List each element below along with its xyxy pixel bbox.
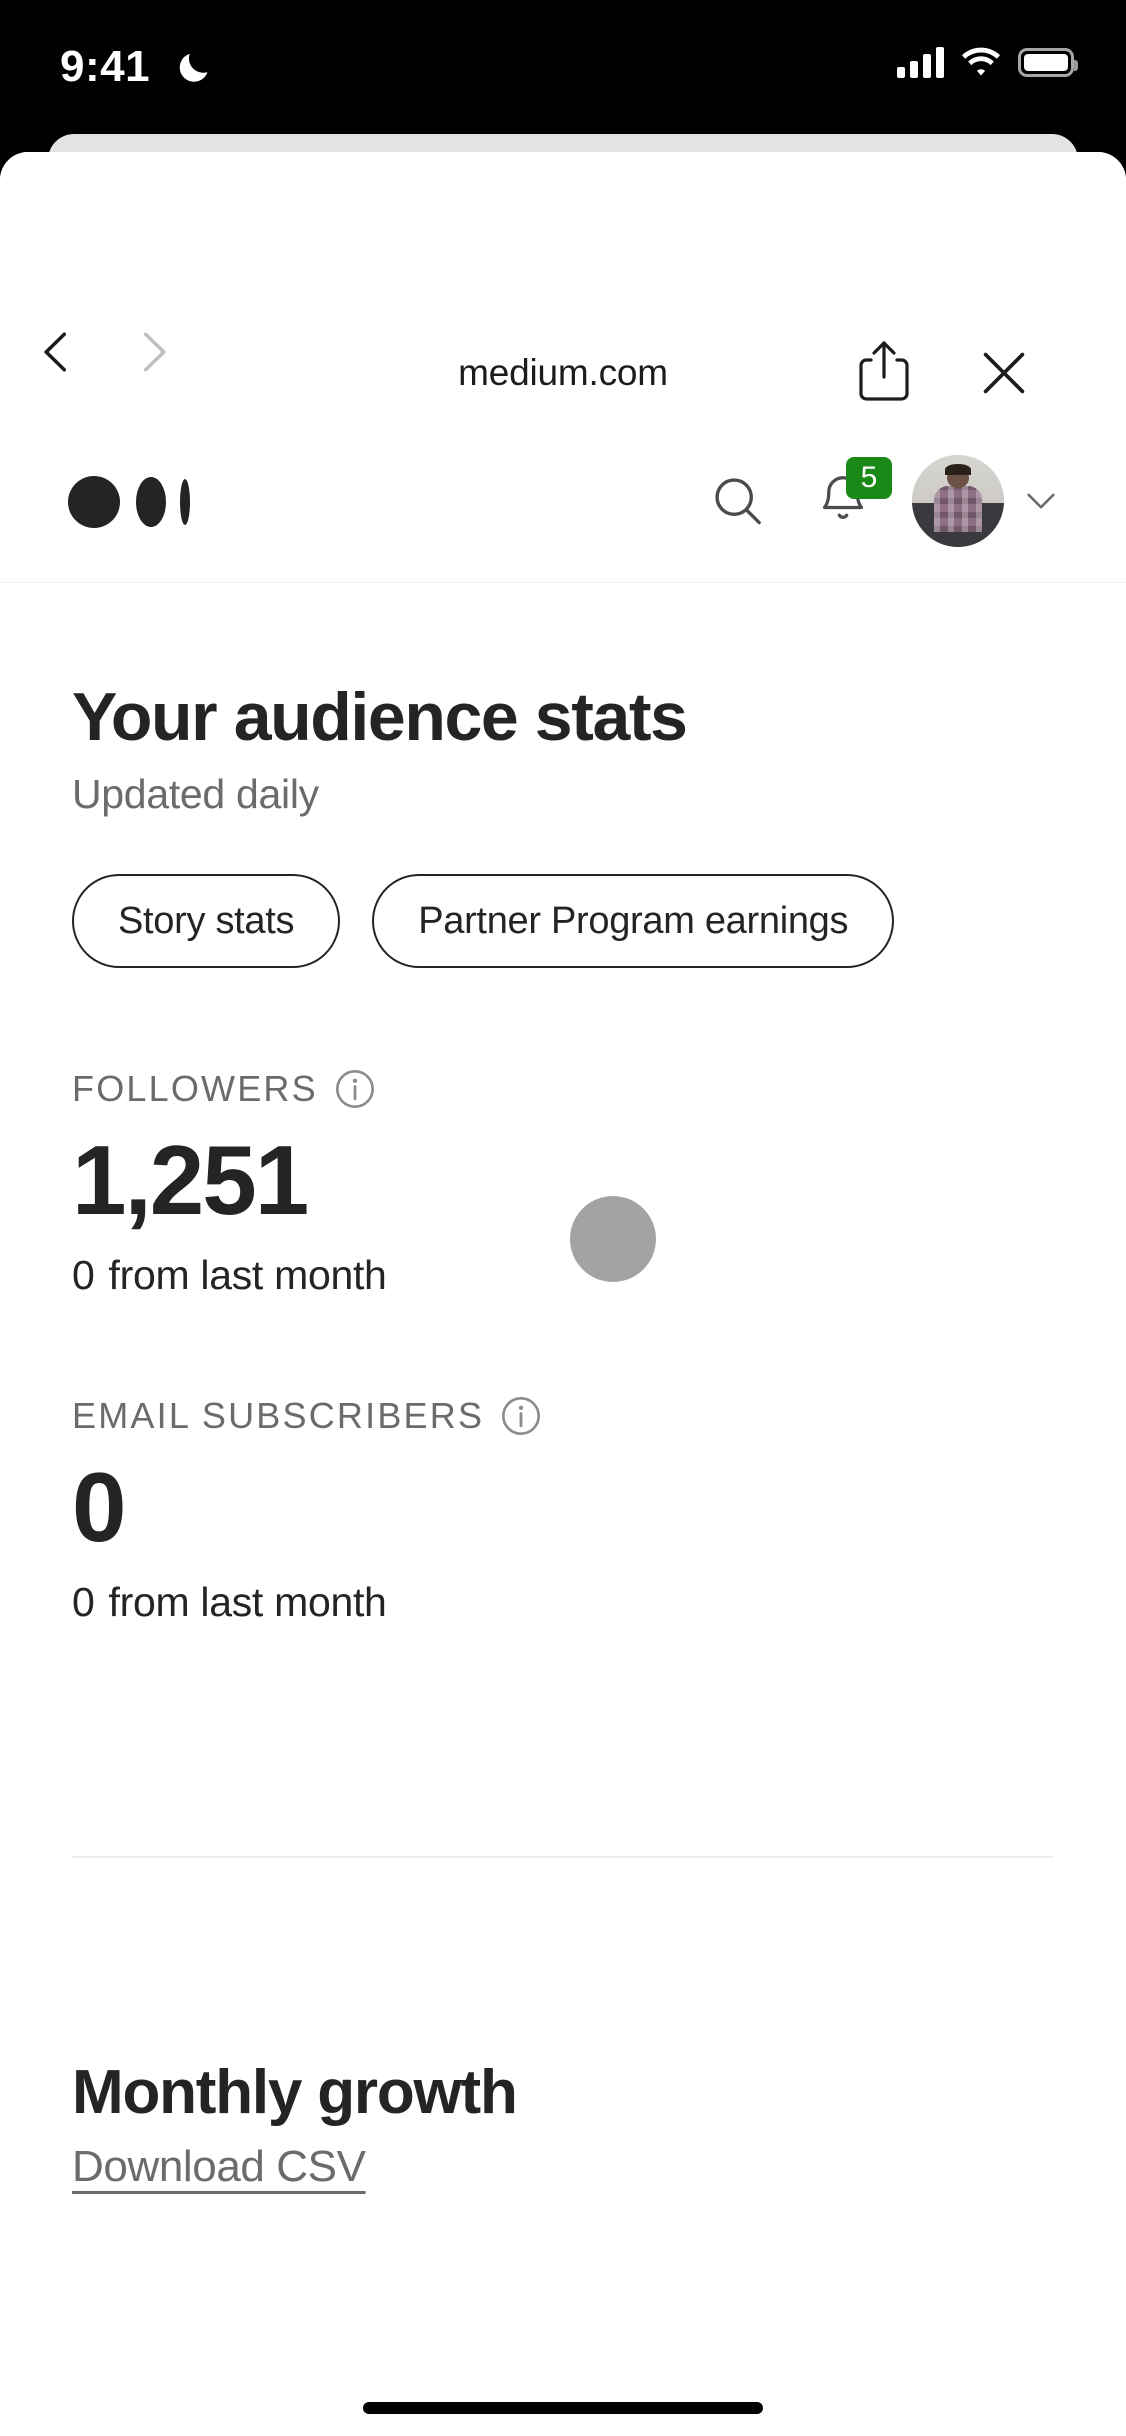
- chevron-down-icon[interactable]: [1024, 490, 1058, 512]
- medium-logo[interactable]: [68, 475, 214, 529]
- browser-toolbar: medium.com Open in app: [0, 152, 1126, 419]
- home-indicator[interactable]: [363, 2402, 763, 2414]
- search-button[interactable]: [692, 474, 784, 528]
- in-app-browser-sheet: medium.com Open in app: [0, 152, 1126, 2436]
- info-icon[interactable]: [334, 1068, 376, 1110]
- site-header-actions: 5: [692, 419, 1058, 583]
- battery-icon: [1018, 48, 1074, 77]
- stat-value-email-subscribers: 0: [72, 1455, 1054, 1559]
- stat-label-row: FOLLOWERS: [72, 1068, 1054, 1110]
- stat-value-followers: 1,251: [72, 1128, 1054, 1232]
- download-csv-link[interactable]: Download CSV: [72, 2142, 366, 2192]
- share-icon[interactable]: [858, 340, 910, 402]
- tab-story-stats[interactable]: Story stats: [72, 874, 340, 968]
- stat-label-row: EMAIL SUBSCRIBERS: [72, 1395, 1054, 1437]
- monthly-growth-title: Monthly growth: [72, 2058, 1054, 2128]
- url-label[interactable]: medium.com: [0, 352, 1126, 394]
- notifications-button[interactable]: 5: [784, 473, 902, 529]
- site-header: 5: [0, 419, 1126, 583]
- notification-badge: 5: [846, 457, 892, 499]
- stat-block-followers: FOLLOWERS 1,251 0 from last month: [72, 1068, 1054, 1299]
- tab-pill-row: Story stats Partner Program earnings: [72, 874, 1054, 968]
- stat-delta-followers: 0 from last month: [72, 1252, 1054, 1299]
- stat-label-email-subscribers: EMAIL SUBSCRIBERS: [72, 1395, 484, 1437]
- status-bar-indicators: [897, 46, 1074, 78]
- close-icon[interactable]: [978, 347, 1030, 399]
- section-divider: [72, 1856, 1054, 1858]
- web-page: 5 Your audience sta: [0, 419, 1126, 2192]
- moon-icon: [175, 48, 213, 86]
- page-content: Your audience stats Updated daily Story …: [0, 679, 1126, 2192]
- status-bar-time: 9:41: [60, 42, 150, 92]
- stat-delta-number: 0: [72, 1579, 95, 1625]
- stat-block-email-subscribers: EMAIL SUBSCRIBERS 0 0 from last month: [72, 1395, 1054, 1626]
- search-icon: [711, 474, 765, 528]
- stat-delta-text: from last month: [109, 1252, 387, 1298]
- stat-label-followers: FOLLOWERS: [72, 1068, 318, 1110]
- wifi-icon: [960, 46, 1002, 78]
- loading-placeholder-dot: [570, 1196, 656, 1282]
- stat-delta-number: 0: [72, 1252, 95, 1298]
- status-bar: 9:41: [0, 0, 1126, 140]
- stat-delta-email-subscribers: 0 from last month: [72, 1579, 1054, 1626]
- info-icon[interactable]: [500, 1395, 542, 1437]
- page-title: Your audience stats: [72, 679, 1054, 755]
- phone-screen: 9:41 m: [0, 0, 1126, 2436]
- tab-partner-program-earnings[interactable]: Partner Program earnings: [372, 874, 894, 968]
- stat-delta-text: from last month: [109, 1579, 387, 1625]
- page-subtitle: Updated daily: [72, 771, 1054, 818]
- cellular-signal-icon: [897, 46, 944, 78]
- avatar[interactable]: [912, 455, 1004, 547]
